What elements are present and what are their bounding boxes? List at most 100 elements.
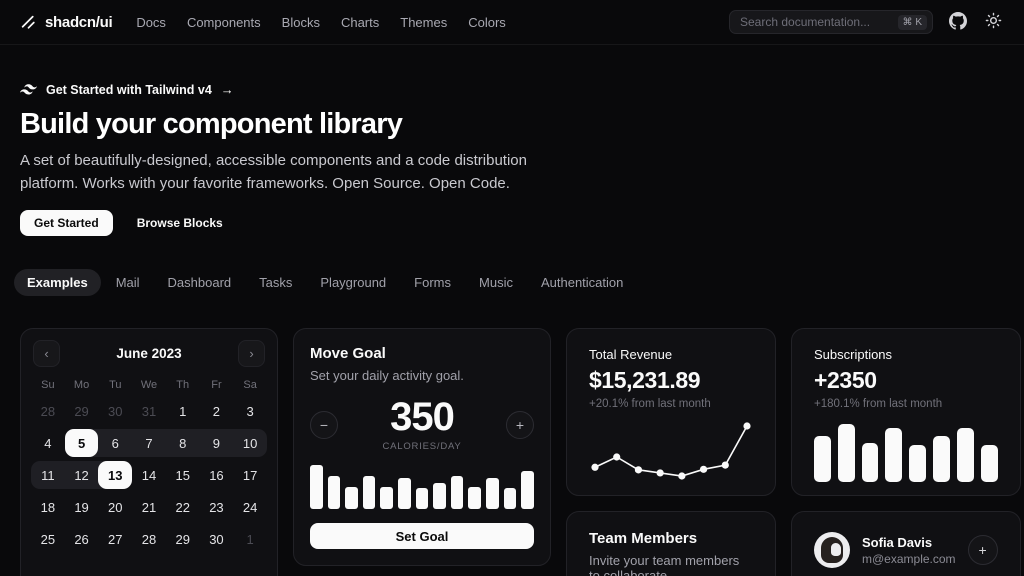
weekday-label: We — [132, 379, 166, 391]
subscriptions-bar-chart — [814, 424, 998, 482]
calendar-day-number: 29 — [65, 397, 99, 425]
bar — [909, 445, 926, 482]
dashboard-grid: Total Revenue $15,231.89 +20.1% from las… — [0, 328, 1024, 576]
search-shortcut-kbd: ⌘ K — [898, 15, 927, 30]
brand-name: shadcn/ui — [45, 14, 112, 31]
calendar-day[interactable]: 11 — [31, 461, 65, 489]
calendar-day[interactable]: 2 — [200, 397, 234, 425]
calendar-day-number: 18 — [31, 493, 65, 521]
browse-blocks-button[interactable]: Browse Blocks — [123, 210, 237, 236]
calendar-day[interactable]: 7 — [132, 429, 166, 457]
brand-logo-link[interactable]: shadcn/ui — [20, 14, 112, 31]
tab[interactable]: Forms — [401, 269, 464, 296]
calendar-day[interactable]: 4 — [31, 429, 65, 457]
calendar-day[interactable]: 5 — [65, 429, 99, 457]
calendar-day[interactable]: 19 — [65, 493, 99, 521]
tab[interactable]: Examples — [14, 269, 101, 296]
calendar-day[interactable]: 12 — [65, 461, 99, 489]
calendar-day-number: 22 — [166, 493, 200, 521]
calendar-day[interactable]: 27 — [98, 525, 132, 553]
revenue-change: +20.1% from last month — [589, 398, 753, 410]
calendar-day[interactable]: 23 — [200, 493, 234, 521]
subscriptions-value: +2350 — [814, 367, 998, 394]
calendar-day-number: 6 — [98, 429, 132, 457]
calendar-day[interactable]: 20 — [98, 493, 132, 521]
calendar-day[interactable]: 15 — [166, 461, 200, 489]
calendar-day[interactable]: 29 — [65, 397, 99, 425]
calendar-days: 28 29 30 31 1 2 — [31, 397, 267, 553]
goal-value-wrap: 350 CALORIES/DAY — [382, 397, 461, 452]
subscriptions-change: +180.1% from last month — [814, 398, 998, 410]
calendar-day[interactable]: 17 — [233, 461, 267, 489]
calendar-day[interactable]: 24 — [233, 493, 267, 521]
bar — [981, 445, 998, 482]
plus-icon: + — [978, 542, 986, 558]
bar — [398, 478, 411, 509]
calendar-day-number: 25 — [31, 525, 65, 553]
calendar-day[interactable]: 26 — [65, 525, 99, 553]
calendar-day[interactable]: 3 — [233, 397, 267, 425]
tab[interactable]: Authentication — [528, 269, 636, 296]
tab[interactable]: Dashboard — [155, 269, 245, 296]
calendar-day[interactable]: 30 — [98, 397, 132, 425]
tab[interactable]: Playground — [307, 269, 399, 296]
nav-link[interactable]: Charts — [341, 15, 379, 30]
top-nav: shadcn/ui Docs Components Blocks Charts … — [0, 0, 1024, 45]
calendar-day[interactable]: 28 — [31, 397, 65, 425]
total-revenue-card: Total Revenue $15,231.89 +20.1% from las… — [566, 328, 776, 496]
calendar-day[interactable]: 14 — [132, 461, 166, 489]
calendar-day[interactable]: 31 — [132, 397, 166, 425]
calendar-day[interactable]: 1 — [166, 397, 200, 425]
search-input[interactable] — [740, 15, 892, 29]
calendar-day[interactable]: 16 — [200, 461, 234, 489]
set-goal-button[interactable]: Set Goal — [310, 523, 534, 549]
calendar-day[interactable]: 8 — [166, 429, 200, 457]
calendar-day[interactable]: 22 — [166, 493, 200, 521]
announcement-banner[interactable]: Get Started with Tailwind v4 → — [20, 82, 234, 97]
nav-link[interactable]: Blocks — [282, 15, 320, 30]
weekday-label: Su — [31, 379, 65, 391]
weekday-label: Tu — [98, 379, 132, 391]
calendar-day[interactable]: 28 — [132, 525, 166, 553]
main-nav: Docs Components Blocks Charts Themes Col… — [136, 15, 505, 30]
calendar-next-button[interactable]: › — [238, 340, 265, 367]
calendar-prev-button[interactable]: ‹ — [33, 340, 60, 367]
chat-user-email: m@example.com — [862, 552, 956, 566]
theme-toggle-button[interactable] — [983, 10, 1004, 34]
chat-identity: Sofia Davis m@example.com — [862, 535, 956, 566]
card-title: Team Members — [589, 530, 753, 547]
calendar-day[interactable]: 21 — [132, 493, 166, 521]
chevron-left-icon: ‹ — [44, 346, 48, 361]
calendar-day[interactable]: 6 — [98, 429, 132, 457]
calendar-day[interactable]: 30 — [200, 525, 234, 553]
calendar-day-number: 11 — [31, 461, 65, 489]
add-user-button[interactable]: + — [968, 535, 998, 565]
search-box[interactable]: ⌘ K — [729, 10, 933, 34]
calendar-day-number: 2 — [200, 397, 234, 425]
calendar-day[interactable]: 10 — [233, 429, 267, 457]
calendar-day[interactable]: 18 — [31, 493, 65, 521]
hero-actions: Get Started Browse Blocks — [20, 210, 1004, 236]
calendar-day[interactable]: 29 — [166, 525, 200, 553]
tab[interactable]: Music — [466, 269, 526, 296]
calendar-day-number: 28 — [31, 397, 65, 425]
nav-link[interactable]: Components — [187, 15, 261, 30]
calendar-day[interactable]: 9 — [200, 429, 234, 457]
nav-link[interactable]: Docs — [136, 15, 166, 30]
calendar-day[interactable]: 25 — [31, 525, 65, 553]
get-started-button[interactable]: Get Started — [20, 210, 113, 236]
decrease-goal-button[interactable]: − — [310, 411, 338, 439]
calendar-day[interactable]: 13 — [98, 461, 132, 489]
nav-link[interactable]: Themes — [400, 15, 447, 30]
increase-goal-button[interactable]: + — [506, 411, 534, 439]
sun-icon — [985, 12, 1002, 32]
calendar-day-number: 3 — [233, 397, 267, 425]
card-title: Move Goal — [310, 345, 534, 362]
calendar-day-number: 15 — [166, 461, 200, 489]
tab[interactable]: Mail — [103, 269, 153, 296]
github-button[interactable] — [947, 10, 969, 35]
nav-link[interactable]: Colors — [468, 15, 506, 30]
calendar-day-number: 5 — [65, 429, 99, 457]
calendar-day[interactable]: 1 — [233, 525, 267, 553]
tab[interactable]: Tasks — [246, 269, 305, 296]
